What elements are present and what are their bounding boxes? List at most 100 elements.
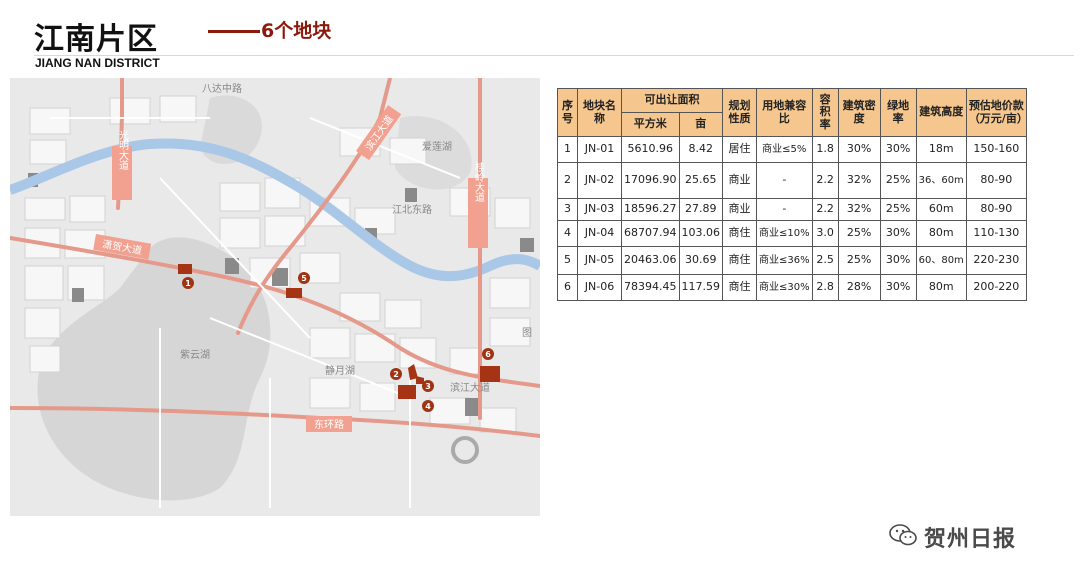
parcel-jn04 xyxy=(398,385,416,399)
wechat-icon xyxy=(888,522,918,552)
place-label: 图 xyxy=(522,327,532,339)
parcel-table: 序号 地块名称 可出让面积 规划性质 用地兼容比 容积率 建筑密度 绿地率 建筑… xyxy=(557,88,1028,301)
cell-mu: 117.59 xyxy=(678,274,723,301)
cell-mixed: 商业≤36% xyxy=(756,246,813,275)
cell-sqm: 68707.94 xyxy=(621,220,680,247)
header-green: 绿地率 xyxy=(879,88,917,137)
place-label: 八达中路 xyxy=(202,82,242,95)
cell-far: 2.2 xyxy=(811,162,839,199)
cell-density: 32% xyxy=(837,198,881,221)
page-subtitle: 6个地块 xyxy=(261,20,332,42)
marker-5[interactable]: 5 xyxy=(298,272,310,284)
cell-price: 80-90 xyxy=(965,162,1027,199)
cell-seq: 2 xyxy=(557,162,578,199)
cell-far: 1.8 xyxy=(811,136,839,163)
road-label-dong-text: 东环路 xyxy=(314,418,344,431)
header-seq: 序号 xyxy=(557,88,578,137)
header-density: 建筑密度 xyxy=(837,88,881,137)
roundabout xyxy=(451,436,479,464)
cell-height: 60m xyxy=(915,198,967,221)
cell-height: 18m xyxy=(915,136,967,163)
cell-seq: 4 xyxy=(557,220,578,247)
cell-price: 80-90 xyxy=(965,198,1027,221)
parcel-jn05 xyxy=(286,288,302,298)
road-label-guiling-text: 桂岭大道 xyxy=(473,161,485,202)
svg-text:3: 3 xyxy=(425,382,431,391)
header-area-sqm: 平方米 xyxy=(621,112,680,137)
cell-density: 30% xyxy=(837,136,881,163)
header-name: 地块名称 xyxy=(577,88,622,137)
cell-density: 32% xyxy=(837,162,881,199)
parcel-jn06 xyxy=(480,366,500,382)
cell-density: 25% xyxy=(837,220,881,247)
cell-name: JN-02 xyxy=(577,162,622,199)
cell-green: 30% xyxy=(879,274,917,301)
header-divider xyxy=(34,55,1074,56)
cell-mixed: - xyxy=(756,198,813,221)
place-label: 紫云湖 xyxy=(180,349,210,361)
cell-mu: 27.89 xyxy=(678,198,723,221)
header-height: 建筑高度 xyxy=(915,88,967,137)
cell-green: 25% xyxy=(879,162,917,199)
road-label-guiling: 桂岭大道 xyxy=(468,161,488,248)
cell-sqm: 20463.06 xyxy=(621,246,680,275)
marker-4[interactable]: 4 xyxy=(422,400,434,412)
title-dash xyxy=(208,30,260,33)
header-far: 容积率 xyxy=(811,88,839,137)
svg-text:5: 5 xyxy=(301,274,307,283)
cell-seq: 1 xyxy=(557,136,578,163)
cell-density: 28% xyxy=(837,274,881,301)
marker-6[interactable]: 6 xyxy=(482,348,494,360)
cell-name: JN-06 xyxy=(577,274,622,301)
cell-mixed: 商业≤30% xyxy=(756,274,813,301)
cell-green: 25% xyxy=(879,198,917,221)
cell-name: JN-03 xyxy=(577,198,622,221)
place-label: 滨江大道 xyxy=(450,381,490,394)
place-label: 江北东路 xyxy=(392,203,432,216)
cell-mu: 30.69 xyxy=(678,246,723,275)
marker-1[interactable]: 1 xyxy=(182,277,194,289)
cell-far: 2.8 xyxy=(811,274,839,301)
cell-name: JN-01 xyxy=(577,136,622,163)
watermark: 贺州日报 xyxy=(888,522,1016,552)
marker-2[interactable]: 2 xyxy=(390,368,402,380)
cell-height: 80m xyxy=(915,274,967,301)
svg-text:6: 6 xyxy=(485,350,491,359)
parcel-jn03 xyxy=(416,376,424,384)
cell-usage: 商业 xyxy=(722,162,757,199)
cell-far: 3.0 xyxy=(811,220,839,247)
header-area: 可出让面积 xyxy=(621,88,723,113)
road-label-dong: 东环路 xyxy=(306,416,352,432)
cell-sqm: 17096.90 xyxy=(621,162,680,199)
cell-seq: 5 xyxy=(557,246,578,275)
marker-3[interactable]: 3 xyxy=(422,380,434,392)
cell-mixed: 商业≤10% xyxy=(756,220,813,247)
cell-mu: 8.42 xyxy=(678,136,723,163)
svg-text:4: 4 xyxy=(425,402,431,411)
table-row: 1 JN-01 5610.96 8.42 居住 商业≤5% 1.8 30% 30… xyxy=(557,136,1027,163)
cell-density: 25% xyxy=(837,246,881,275)
table-row: 3 JN-03 18596.27 27.89 商业 - 2.2 32% 25% … xyxy=(557,198,1027,221)
cell-mixed: - xyxy=(756,162,813,199)
cell-price: 110-130 xyxy=(965,220,1027,247)
cell-usage: 居住 xyxy=(722,136,757,163)
cell-sqm: 5610.96 xyxy=(621,136,680,163)
road-label-guangming-text: 光明大道 xyxy=(117,129,129,170)
cell-name: JN-04 xyxy=(577,220,622,247)
table-row: 5 JN-05 20463.06 30.69 商住 商业≤36% 2.5 25%… xyxy=(557,246,1027,275)
cell-sqm: 18596.27 xyxy=(621,198,680,221)
cell-mixed: 商业≤5% xyxy=(756,136,813,163)
district-map[interactable]: 光明大道 滨江大道 桂岭大道 潇贺大道 东环路 八达中路 爱莲湖 紫云湖 静月湖… xyxy=(10,78,540,516)
cell-height: 36、60m xyxy=(915,162,967,199)
place-label: 爱莲湖 xyxy=(422,140,452,153)
cell-usage: 商业 xyxy=(722,198,757,221)
svg-text:1: 1 xyxy=(185,279,191,288)
table-row: 4 JN-04 68707.94 103.06 商住 商业≤10% 3.0 25… xyxy=(557,220,1027,247)
cell-usage: 商住 xyxy=(722,246,757,275)
parcel-jn01 xyxy=(178,264,192,274)
cell-green: 30% xyxy=(879,220,917,247)
cell-usage: 商住 xyxy=(722,220,757,247)
cell-mu: 103.06 xyxy=(678,220,723,247)
svg-text:2: 2 xyxy=(393,370,399,379)
header-mixed: 用地兼容比 xyxy=(756,88,813,137)
